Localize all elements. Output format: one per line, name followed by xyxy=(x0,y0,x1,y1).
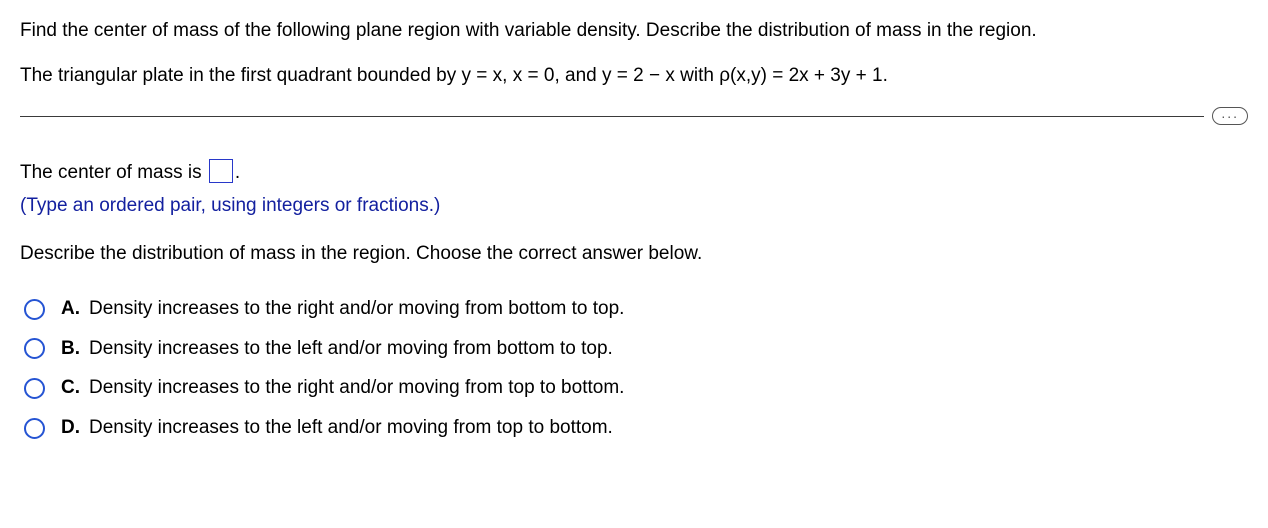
option-letter: A. xyxy=(61,296,81,323)
answer-prefix: The center of mass is xyxy=(20,162,207,183)
more-button[interactable]: ... xyxy=(1212,107,1248,125)
option-text: Density increases to the left and/or mov… xyxy=(89,415,613,442)
problem-line-2: The triangular plate in the first quadra… xyxy=(20,63,1248,90)
option-text: Density increases to the right and/or mo… xyxy=(89,296,624,323)
option-letter: D. xyxy=(61,415,81,442)
option-b[interactable]: B. Density increases to the left and/or … xyxy=(24,336,1248,363)
option-c[interactable]: C. Density increases to the right and/or… xyxy=(24,375,1248,402)
radio-icon xyxy=(24,338,45,359)
problem-line-1: Find the center of mass of the following… xyxy=(20,18,1248,45)
option-letter: C. xyxy=(61,375,81,402)
answer-line: The center of mass is . xyxy=(20,160,1248,187)
answer-input[interactable] xyxy=(209,159,233,183)
options-group: A. Density increases to the right and/or… xyxy=(20,296,1248,441)
option-text: Density increases to the right and/or mo… xyxy=(89,375,624,402)
option-text: Density increases to the left and/or mov… xyxy=(89,336,613,363)
distribution-prompt: Describe the distribution of mass in the… xyxy=(20,241,1248,268)
option-letter: B. xyxy=(61,336,81,363)
radio-icon xyxy=(24,378,45,399)
problem-statement: Find the center of mass of the following… xyxy=(20,18,1248,89)
radio-icon xyxy=(24,418,45,439)
ellipsis-icon: ... xyxy=(1221,105,1239,121)
separator-line xyxy=(20,116,1204,117)
option-a[interactable]: A. Density increases to the right and/or… xyxy=(24,296,1248,323)
answer-suffix: . xyxy=(235,162,240,183)
answer-hint: (Type an ordered pair, using integers or… xyxy=(20,193,1248,220)
option-d[interactable]: D. Density increases to the left and/or … xyxy=(24,415,1248,442)
separator-row: ... xyxy=(20,107,1248,125)
radio-icon xyxy=(24,299,45,320)
